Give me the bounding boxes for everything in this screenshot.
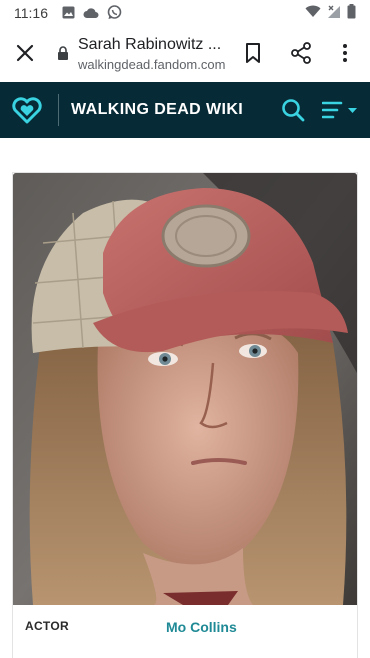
share-icon[interactable] — [290, 42, 312, 64]
whatsapp-icon — [107, 5, 122, 19]
wiki-menu-icon[interactable] — [322, 101, 358, 119]
character-infobox: ACTOR Mo Collins — [12, 172, 358, 658]
search-icon[interactable] — [281, 98, 305, 122]
bookmark-icon[interactable] — [244, 42, 262, 64]
status-bar: 11:16 — [0, 0, 370, 26]
battery-icon — [347, 4, 356, 19]
character-portrait-image[interactable] — [13, 173, 357, 605]
browser-url-bar: Sarah Rabinowitz ... walkingdead.fandom.… — [0, 26, 370, 82]
status-time: 11:16 — [14, 5, 48, 21]
wiki-name[interactable]: WALKING DEAD WIKI — [71, 101, 243, 119]
infobox-label: ACTOR — [25, 619, 69, 633]
image-icon — [62, 6, 75, 19]
status-system-icons — [305, 4, 356, 19]
page-title[interactable]: Sarah Rabinowitz ... — [78, 36, 228, 54]
fandom-heart-logo-icon[interactable] — [12, 95, 42, 125]
actor-link[interactable]: Mo Collins — [166, 619, 237, 635]
more-vert-icon[interactable] — [338, 42, 352, 64]
page-url[interactable]: walkingdead.fandom.com — [78, 57, 225, 72]
content-spacing — [0, 138, 370, 172]
cloud-icon — [83, 7, 99, 18]
wiki-header: WALKING DEAD WIKI — [0, 82, 370, 138]
header-divider — [58, 94, 59, 126]
wifi-icon — [305, 5, 321, 17]
status-notification-icons — [62, 5, 122, 20]
infobox-row-actor: ACTOR Mo Collins — [13, 605, 357, 658]
lock-icon — [58, 46, 68, 60]
portrait-illustration — [13, 173, 357, 605]
signal-icon — [328, 5, 340, 18]
close-icon[interactable] — [14, 42, 36, 64]
